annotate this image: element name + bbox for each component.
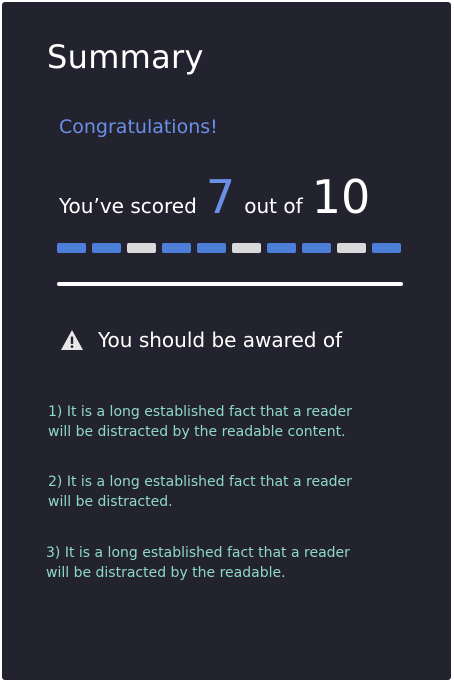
note-item: 1) It is a long established fact that a … <box>48 402 352 442</box>
score-prefix: You’ve scored <box>59 194 197 218</box>
progress-segment-wrong <box>232 243 261 253</box>
note-line: 2) It is a long established fact that a … <box>48 474 352 490</box>
note-item: 3) It is a long established fact that a … <box>46 543 350 583</box>
note-line: 1) It is a long established fact that a … <box>48 404 352 420</box>
warning-triangle-icon <box>61 330 83 350</box>
divider <box>57 282 403 286</box>
progress-segment-correct <box>302 243 331 253</box>
progress-segment-wrong <box>337 243 366 253</box>
page-title: Summary <box>47 38 204 76</box>
note-line: 3) It is a long established fact that a … <box>46 545 350 561</box>
progress-segment-correct <box>57 243 86 253</box>
summary-card: Summary Congratulations! You’ve scored 7… <box>2 2 451 680</box>
progress-segment-wrong <box>127 243 156 253</box>
progress-segment-correct <box>197 243 226 253</box>
score-total: 10 <box>311 170 371 224</box>
note-item: 2) It is a long established fact that a … <box>48 472 352 512</box>
progress-segment-correct <box>372 243 401 253</box>
progress-segment-correct <box>92 243 121 253</box>
score-value: 7 <box>205 170 236 224</box>
progress-segment-correct <box>267 243 296 253</box>
note-line: will be distracted by the readable. <box>46 565 286 581</box>
score-progress-bar <box>57 243 401 253</box>
note-line: will be distracted. <box>48 494 173 510</box>
score-middle: out of <box>244 194 303 218</box>
score-line: You’ve scored 7 out of 10 <box>59 174 370 220</box>
warning-text: You should be awared of <box>98 328 343 352</box>
progress-segment-correct <box>162 243 191 253</box>
congratulations-text: Congratulations! <box>59 116 218 138</box>
warning-row: You should be awared of <box>60 328 342 352</box>
note-line: will be distracted by the readable conte… <box>48 424 346 440</box>
